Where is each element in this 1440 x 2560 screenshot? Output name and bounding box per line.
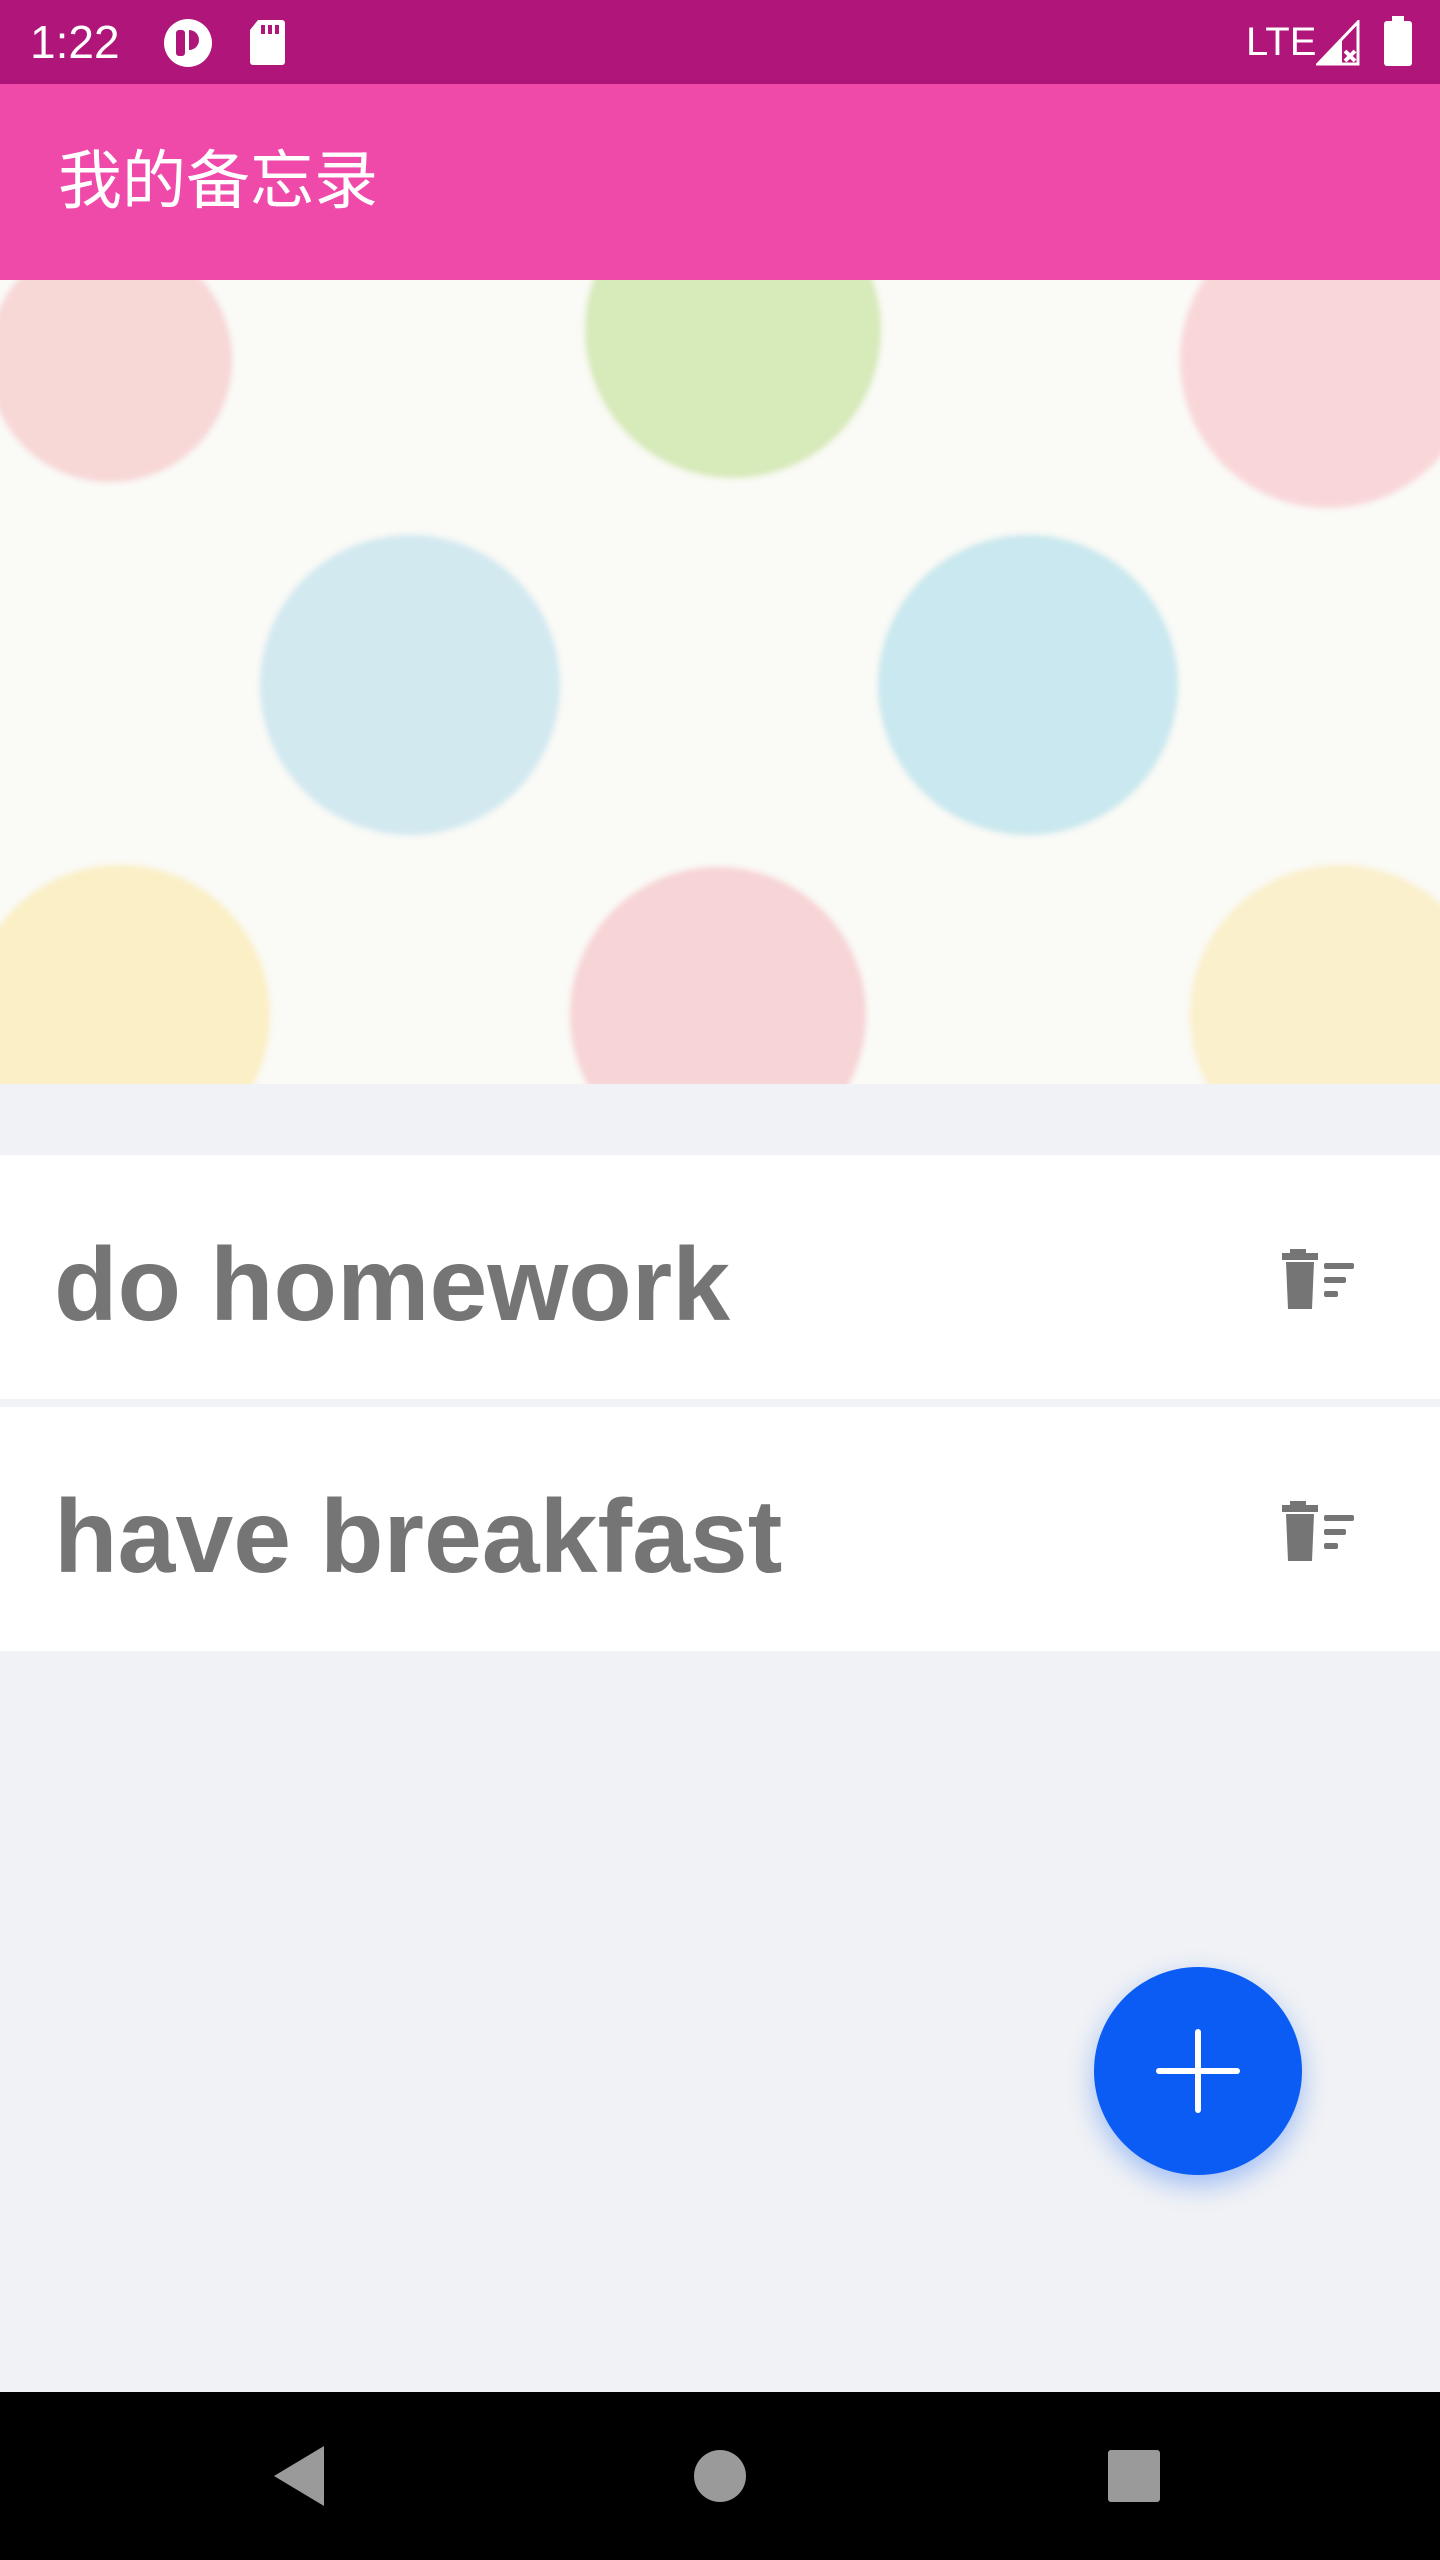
status-time: 1:22 <box>30 16 120 68</box>
sd-card-icon <box>248 18 286 70</box>
screen: 1:22 LTE 我的备忘录 do homework have breakfas… <box>0 0 1440 2560</box>
memo-text: have breakfast <box>54 1479 783 1595</box>
plus-icon <box>1156 2029 1240 2113</box>
memo-item[interactable]: have breakfast <box>0 1407 1440 1651</box>
recents-icon <box>1108 2450 1160 2502</box>
trash-delete-icon <box>1282 1249 1354 1309</box>
home-icon <box>694 2450 746 2502</box>
battery-icon <box>1384 16 1412 70</box>
delete-memo-button[interactable] <box>1282 1247 1358 1311</box>
app-title: 我的备忘录 <box>58 145 378 219</box>
back-icon <box>274 2446 324 2506</box>
status-bar: 1:22 LTE <box>0 0 1440 84</box>
memo-list: do homework have breakfast <box>0 1155 1440 1651</box>
recents-button[interactable] <box>1094 2436 1174 2516</box>
add-memo-button[interactable] <box>1094 1967 1302 2175</box>
signal-icon <box>1314 18 1360 70</box>
memo-item[interactable]: do homework <box>0 1155 1440 1399</box>
navigation-bar <box>0 2392 1440 2560</box>
trash-delete-icon <box>1282 1501 1354 1561</box>
app-bar: 我的备忘录 <box>0 84 1440 280</box>
back-button[interactable] <box>262 2436 342 2516</box>
memo-text: do homework <box>54 1227 731 1343</box>
home-button[interactable] <box>680 2436 760 2516</box>
polka-dot-pattern <box>0 280 1440 1084</box>
cellular-activity-icon <box>162 18 214 72</box>
delete-memo-button[interactable] <box>1282 1499 1358 1563</box>
polka-dot-banner <box>0 280 1440 1084</box>
network-type: LTE <box>1246 20 1317 64</box>
